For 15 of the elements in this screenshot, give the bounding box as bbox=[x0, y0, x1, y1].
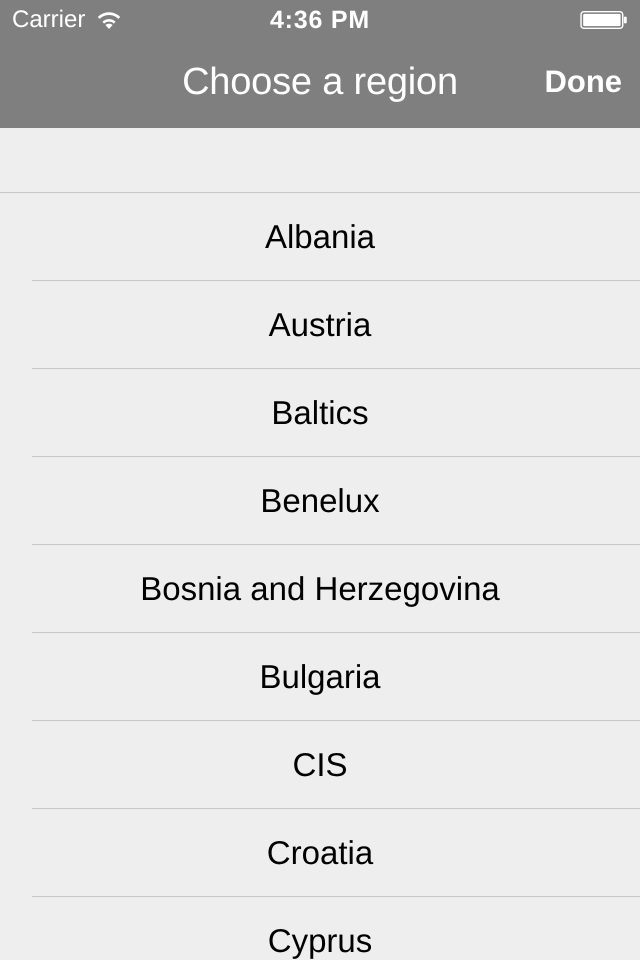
region-list-item[interactable]: Croatia bbox=[32, 809, 640, 897]
carrier-name: Carrier bbox=[12, 6, 86, 34]
screen-title: Choose a region bbox=[182, 60, 458, 104]
status-time: 4:36 PM bbox=[270, 6, 370, 34]
region-list-item[interactable]: Bosnia and Herzegovina bbox=[32, 545, 640, 633]
done-button[interactable]: Done bbox=[542, 60, 624, 104]
region-list-item[interactable]: Bulgaria bbox=[32, 633, 640, 721]
battery-icon bbox=[580, 11, 628, 29]
region-list-item[interactable]: Albania bbox=[32, 193, 640, 281]
wifi-icon bbox=[97, 11, 122, 29]
region-list-item[interactable]: CIS bbox=[32, 721, 640, 809]
region-list-item[interactable]: Baltics bbox=[32, 369, 640, 457]
region-list-item[interactable]: Cyprus bbox=[32, 897, 640, 960]
region-list-item[interactable]: Austria bbox=[32, 281, 640, 369]
region-list-item[interactable]: Benelux bbox=[32, 457, 640, 545]
